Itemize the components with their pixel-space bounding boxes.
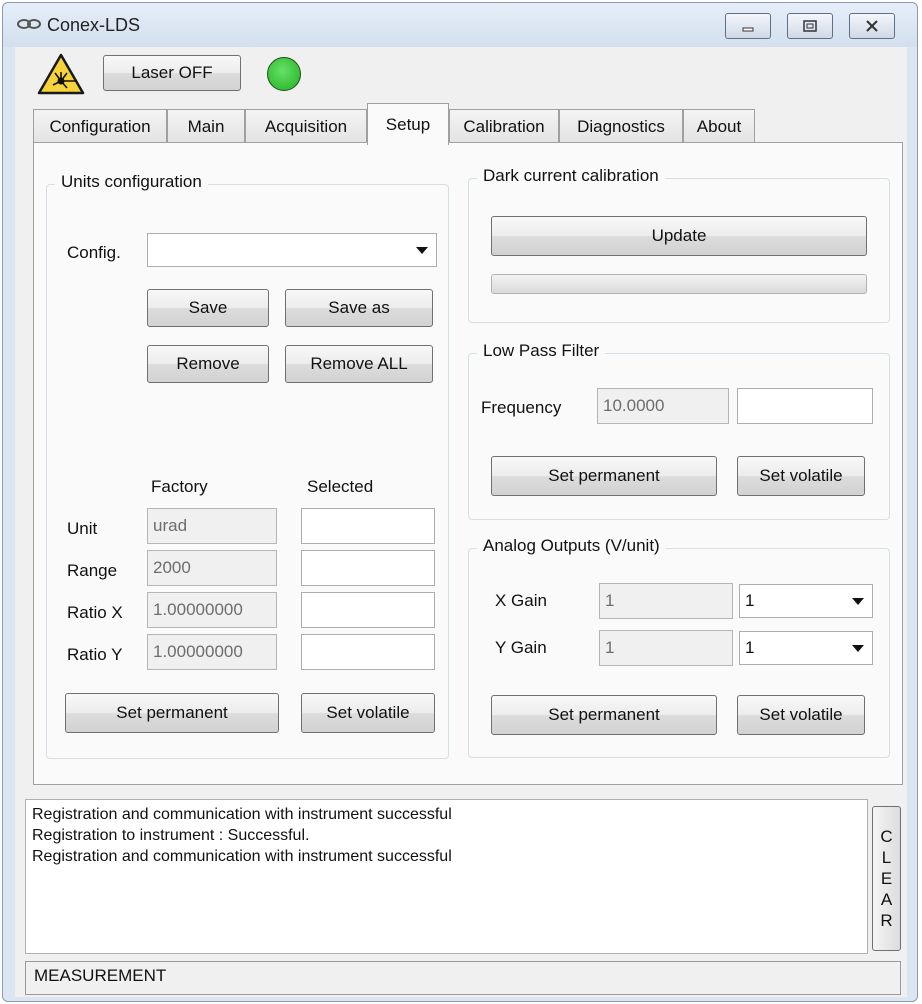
x-gain-label: X Gain: [495, 591, 547, 610]
x-gain-select[interactable]: 1: [739, 584, 873, 618]
chevron-down-icon: [852, 645, 864, 652]
setup-tab-page: Units configuration Config. Save Save as…: [33, 142, 903, 785]
update-button[interactable]: Update: [491, 216, 867, 256]
minimize-icon: [742, 27, 754, 32]
title-bar[interactable]: Conex-LDS: [3, 3, 917, 47]
log-line: Registration and communication with inst…: [32, 806, 452, 823]
unit-label: Unit: [67, 519, 98, 538]
config-label: Config.: [67, 243, 121, 262]
laser-status-indicator: [267, 57, 301, 91]
clear-letter: C: [880, 827, 893, 846]
analog-outputs-legend: Analog Outputs (V/unit): [477, 536, 666, 556]
frequency-label: Frequency: [481, 398, 562, 417]
tab-diagnostics[interactable]: Diagnostics: [559, 109, 683, 143]
tab-calibration[interactable]: Calibration: [449, 109, 559, 143]
clear-letter: A: [880, 890, 893, 909]
main-window: Conex-LDS Laser OFF Configuration Main A…: [2, 2, 918, 1002]
units-configuration-legend: Units configuration: [55, 172, 208, 192]
frequency-new-field[interactable]: [737, 388, 873, 424]
chevron-down-icon: [852, 598, 864, 605]
maximize-icon: [803, 20, 817, 32]
ratio-x-label: Ratio X: [67, 603, 123, 622]
lpf-set-permanent-button[interactable]: Set permanent: [491, 456, 717, 496]
range-factory-field: 2000: [147, 550, 277, 586]
tab-acquisition[interactable]: Acquisition: [245, 109, 367, 143]
ratio-y-selected-field[interactable]: [301, 634, 435, 670]
ratio-y-factory-field: 1.00000000: [147, 634, 277, 670]
tab-setup[interactable]: Setup: [367, 103, 449, 145]
chevron-down-icon: [416, 247, 428, 254]
frequency-current-field: 10.0000: [597, 388, 729, 424]
ratio-x-selected-field[interactable]: [301, 592, 435, 628]
y-gain-label: Y Gain: [495, 638, 547, 657]
range-label: Range: [67, 561, 118, 580]
analog-outputs-group: Analog Outputs (V/unit) X Gain 1 1 Y Gai…: [468, 536, 890, 758]
analog-set-permanent-button[interactable]: Set permanent: [491, 695, 717, 735]
laser-toggle-button[interactable]: Laser OFF: [103, 55, 241, 91]
ratio-x-factory-field: 1.00000000: [147, 592, 277, 628]
ratio-y-label: Ratio Y: [67, 645, 123, 664]
dark-current-legend: Dark current calibration: [477, 166, 665, 186]
window-title: Conex-LDS: [47, 15, 141, 35]
close-icon: [866, 20, 878, 32]
x-gain-current-field: 1: [599, 583, 733, 619]
link-icon: [17, 19, 41, 29]
clear-letter: R: [880, 911, 893, 930]
y-gain-current-field: 1: [599, 630, 733, 666]
y-gain-select-value: 1: [745, 638, 755, 657]
range-selected-field[interactable]: [301, 550, 435, 586]
config-select[interactable]: [147, 233, 437, 267]
remove-all-button[interactable]: Remove ALL: [285, 345, 433, 383]
tab-configuration[interactable]: Configuration: [33, 109, 167, 143]
low-pass-filter-group: Low Pass Filter Frequency 10.0000 Set pe…: [468, 341, 890, 520]
unit-selected-field[interactable]: [301, 508, 435, 544]
save-button[interactable]: Save: [147, 289, 269, 327]
remove-button[interactable]: Remove: [147, 345, 269, 383]
lpf-set-volatile-button[interactable]: Set volatile: [737, 456, 865, 496]
low-pass-filter-legend: Low Pass Filter: [477, 341, 606, 361]
log-line: Registration to instrument : Successful.: [32, 827, 310, 844]
laser-warning-icon: [37, 53, 85, 95]
clear-letter: E: [880, 869, 893, 888]
selected-column-header: Selected: [307, 477, 374, 496]
maximize-button[interactable]: [787, 13, 833, 39]
x-gain-select-value: 1: [745, 591, 755, 610]
client-area: Laser OFF Configuration Main Acquisition…: [15, 47, 907, 997]
analog-set-volatile-button[interactable]: Set volatile: [737, 695, 865, 735]
dark-current-group: Dark current calibration Update: [468, 166, 890, 323]
close-button[interactable]: [849, 13, 895, 39]
tab-main[interactable]: Main: [167, 109, 245, 143]
units-set-permanent-button[interactable]: Set permanent: [65, 693, 279, 733]
minimize-button[interactable]: [725, 13, 771, 39]
unit-factory-field: urad: [147, 508, 277, 544]
units-set-volatile-button[interactable]: Set volatile: [301, 693, 435, 733]
log-line: Registration and communication with inst…: [32, 848, 452, 865]
tab-about[interactable]: About: [683, 109, 755, 143]
message-log[interactable]: Registration and communication with inst…: [25, 799, 868, 954]
units-configuration-group: Units configuration Config. Save Save as…: [46, 172, 449, 759]
save-as-button[interactable]: Save as: [285, 289, 433, 327]
factory-column-header: Factory: [151, 477, 208, 496]
clear-letter: L: [881, 848, 892, 867]
dark-current-progress-bar: [491, 274, 867, 294]
y-gain-select[interactable]: 1: [739, 631, 873, 665]
status-bar: MEASUREMENT: [25, 961, 901, 995]
clear-log-button[interactable]: C L E A R: [872, 806, 901, 951]
